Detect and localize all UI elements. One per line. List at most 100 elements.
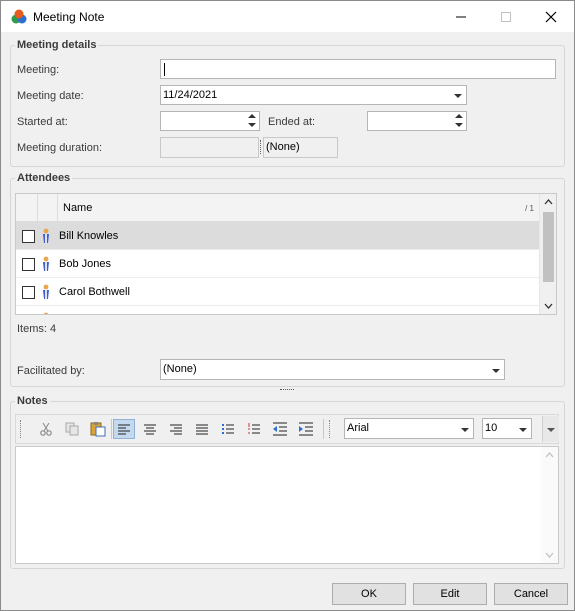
splitter-grip [260, 140, 261, 154]
attendees-title: Attendees [15, 172, 73, 184]
copy-icon [65, 422, 79, 436]
column-divider [37, 194, 38, 222]
numbered-list-icon [248, 423, 260, 434]
attendee-checkbox[interactable] [22, 258, 35, 271]
ended-at-input[interactable] [367, 111, 467, 131]
font-name-dropdown[interactable]: Arial [344, 418, 474, 439]
panel-splitter[interactable] [280, 389, 294, 392]
maximize-icon [501, 11, 511, 22]
cut-icon [40, 422, 52, 436]
minimize-button[interactable] [438, 1, 484, 32]
copy-button[interactable] [61, 419, 83, 439]
started-at-spinner[interactable] [245, 112, 259, 130]
person-icon [43, 312, 49, 314]
cut-button[interactable] [35, 419, 57, 439]
toolbar-overflow-button[interactable] [542, 416, 559, 442]
ok-button[interactable]: OK [332, 583, 406, 605]
table-row[interactable]: Carol Bothwell [16, 278, 540, 306]
bullet-list-icon [222, 424, 234, 434]
sort-indicator: / 1 [525, 204, 534, 213]
attendees-grid: Name / 1 Bill Knowles Bob Jones Carol Bo… [15, 193, 557, 315]
title-bar: Meeting Note [1, 1, 574, 32]
facilitated-by-label: Facilitated by: [17, 365, 85, 377]
table-row[interactable] [16, 306, 540, 315]
toolbar-separator [323, 419, 324, 439]
window-title: Meeting Note [33, 10, 105, 24]
spin-up-icon[interactable] [455, 114, 463, 118]
attendees-scrollbar[interactable] [539, 194, 556, 314]
duration-box [160, 137, 259, 158]
align-right-icon [170, 424, 182, 435]
facilitated-by-dropdown[interactable]: (None) [160, 359, 505, 380]
font-size-dropdown[interactable]: 10 [482, 418, 532, 439]
duration-value-box: (None) [263, 137, 338, 158]
scrollbar-thumb[interactable] [543, 212, 554, 282]
scroll-down-icon[interactable] [544, 303, 553, 309]
font-size-value: 10 [485, 422, 498, 434]
toolbar-grip [20, 420, 22, 438]
outdent-icon [273, 422, 287, 436]
align-right-button[interactable] [165, 419, 187, 439]
meeting-details-title: Meeting details [15, 39, 99, 51]
justify-button[interactable] [191, 419, 213, 439]
toolbar-separator [111, 419, 112, 439]
attendee-name: Bob Jones [59, 258, 111, 270]
chevron-down-icon[interactable] [519, 428, 527, 432]
ended-at-label: Ended at: [268, 116, 316, 128]
meeting-date-value: 11/24/2021 [163, 89, 218, 101]
text-caret [164, 63, 165, 76]
close-button[interactable] [528, 1, 574, 32]
chevron-down-icon[interactable] [492, 369, 500, 373]
scroll-up-icon[interactable] [544, 199, 553, 205]
align-center-button[interactable] [139, 419, 161, 439]
app-logo-icon [11, 9, 27, 24]
spin-up-icon[interactable] [248, 114, 256, 118]
column-header-name[interactable]: Name [63, 202, 92, 214]
facilitated-by-value: (None) [163, 363, 197, 375]
align-left-button[interactable] [113, 419, 135, 439]
person-icon [43, 228, 49, 243]
align-center-icon [144, 424, 156, 435]
scroll-up-icon[interactable] [545, 452, 554, 458]
indent-button[interactable] [295, 419, 317, 439]
column-divider [57, 194, 58, 222]
outdent-button[interactable] [269, 419, 291, 439]
spin-down-icon[interactable] [248, 123, 256, 127]
paste-button[interactable] [87, 419, 109, 439]
chevron-down-icon [547, 428, 555, 432]
chevron-down-icon[interactable] [461, 428, 469, 432]
attendee-checkbox[interactable] [22, 230, 35, 243]
started-at-input[interactable] [160, 111, 260, 131]
font-name-value: Arial [347, 422, 370, 434]
person-icon [43, 256, 49, 271]
scroll-down-icon[interactable] [545, 552, 554, 558]
meeting-date-picker[interactable]: 11/24/2021 [160, 85, 467, 105]
chevron-down-icon[interactable] [454, 94, 462, 98]
meeting-label: Meeting: [17, 64, 60, 76]
edit-button[interactable]: Edit [413, 583, 487, 605]
notes-editor[interactable] [15, 446, 559, 564]
grid-header: Name / 1 [16, 194, 540, 222]
numbered-list-button[interactable] [243, 419, 265, 439]
cancel-button[interactable]: Cancel [494, 583, 568, 605]
notes-scrollbar[interactable] [541, 447, 558, 563]
attendee-name: Carol Bothwell [59, 286, 130, 298]
spin-down-icon[interactable] [455, 123, 463, 127]
attendee-checkbox[interactable] [22, 314, 35, 315]
ended-at-spinner[interactable] [452, 112, 466, 130]
close-icon [545, 11, 557, 22]
table-row[interactable]: Bill Knowles [16, 222, 540, 250]
duration-label: Meeting duration: [17, 142, 102, 154]
attendee-checkbox[interactable] [22, 286, 35, 299]
meeting-input[interactable] [160, 59, 556, 79]
meeting-date-label: Meeting date: [17, 90, 84, 102]
bullet-list-button[interactable] [217, 419, 239, 439]
started-at-label: Started at: [17, 116, 68, 128]
attendee-name: Bill Knowles [59, 230, 119, 242]
minimize-icon [456, 16, 466, 17]
justify-icon [196, 424, 208, 435]
maximize-button[interactable] [483, 1, 529, 32]
align-left-icon [118, 424, 130, 435]
table-row[interactable]: Bob Jones [16, 250, 540, 278]
toolbar-grip [329, 420, 331, 438]
